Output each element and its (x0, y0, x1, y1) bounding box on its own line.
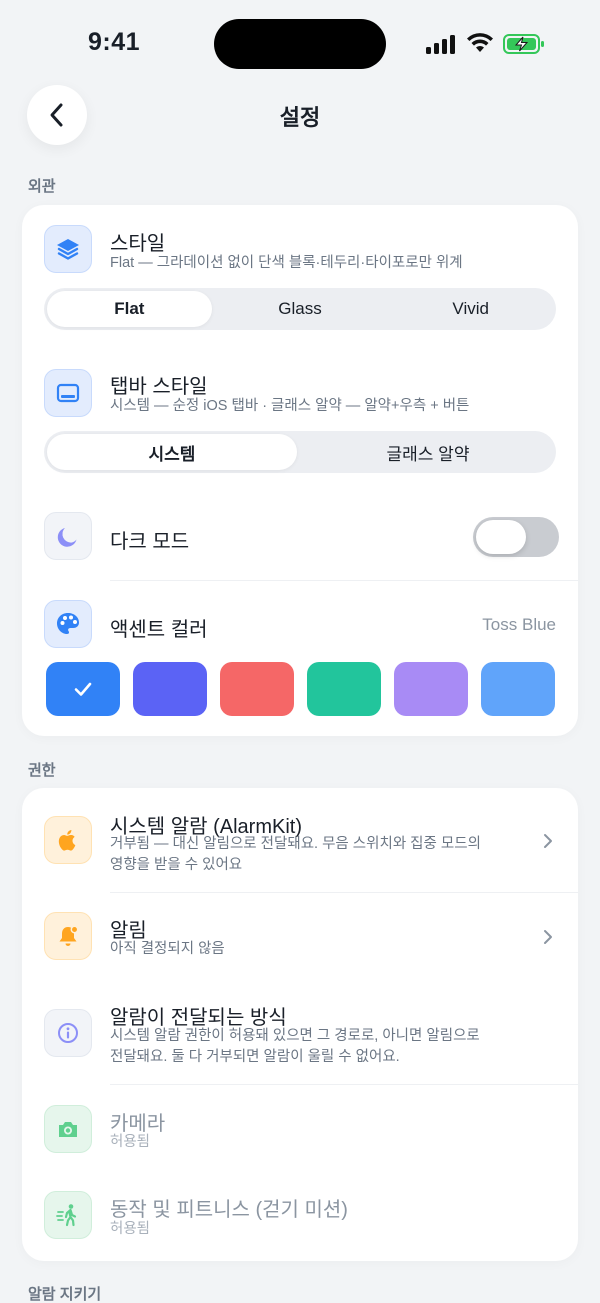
status-time: 9:41 (88, 28, 141, 56)
status-bar: 9:41 (0, 0, 600, 90)
swatch-light-blue[interactable] (481, 662, 555, 716)
style-subtitle: Flat — 그라데이션 없이 단색 블록·테두리·타이포로만 위계 (110, 255, 463, 271)
section-title-alarm-keep: 알람 지키기 (28, 1286, 102, 1303)
apple-icon (44, 816, 92, 864)
wifi-icon (467, 33, 493, 52)
permission-subtitle: 전달돼요. 둘 다 거부되면 알람이 울릴 수 없어요. (110, 1049, 400, 1065)
style-option-flat[interactable]: Flat (47, 291, 212, 327)
palette-icon (44, 600, 92, 648)
accent-color-value: Toss Blue (482, 615, 556, 634)
tabbar-subtitle: 시스템 — 순정 iOS 탭바 · 글래스 알약 — 알약+우측 + 버튼 (110, 398, 470, 414)
swatch-red[interactable] (220, 662, 294, 716)
permission-subtitle: 영향을 받을 수 있어요 (110, 857, 243, 873)
tabbar-segmented-control: 시스템 글래스 알약 (44, 431, 556, 473)
section-title-permissions: 권한 (28, 762, 56, 779)
appearance-card: 스타일 Flat — 그라데이션 없이 단색 블록·테두리·타이포로만 위계 F… (22, 205, 578, 736)
dynamic-island (214, 19, 386, 69)
tabbar-title: 탭바 스타일 (110, 376, 208, 398)
swatch-indigo[interactable] (133, 662, 207, 716)
divider (110, 892, 578, 893)
cellular-signal-icon (426, 34, 458, 54)
divider (110, 580, 578, 581)
permission-subtitle: 아직 결정되지 않음 (110, 941, 225, 957)
toggle-knob (476, 520, 526, 554)
swatch-toss-blue[interactable] (46, 662, 120, 716)
style-option-glass[interactable]: Glass (218, 291, 383, 327)
permission-subtitle: 시스템 알람 권한이 허용돼 있으면 그 경로로, 아니면 알림으로 (110, 1028, 480, 1044)
swatch-green[interactable] (307, 662, 381, 716)
swatch-purple[interactable] (394, 662, 468, 716)
style-segmented-control: Flat Glass Vivid (44, 288, 556, 330)
tabbar-option-system[interactable]: 시스템 (47, 434, 297, 470)
checkmark-icon (74, 682, 92, 696)
permissions-card: 시스템 알람 (AlarmKit) 거부됨 — 대신 알림으로 전달돼요. 무음… (22, 788, 578, 1261)
accent-color-title: 액센트 컬러 (110, 619, 208, 641)
camera-icon (44, 1105, 92, 1153)
tabbar-option-glass-pill[interactable]: 글래스 알약 (303, 434, 553, 470)
permission-title: 동작 및 피트니스 (걷기 미션) (110, 1199, 348, 1221)
dark-mode-toggle[interactable] (473, 517, 559, 557)
dark-mode-title: 다크 모드 (110, 531, 190, 553)
style-title: 스타일 (110, 233, 166, 255)
permission-subtitle: 거부됨 — 대신 알림으로 전달돼요. 무음 스위치와 집중 모드의 (110, 836, 481, 852)
tabbar-icon (44, 369, 92, 417)
divider (110, 1084, 578, 1085)
permission-subtitle: 허용됨 (110, 1134, 151, 1150)
walking-icon (44, 1191, 92, 1239)
battery-charging-icon (503, 34, 544, 54)
section-title-appearance: 외관 (28, 178, 56, 195)
page-title: 설정 (279, 105, 321, 130)
chevron-right-icon (544, 834, 552, 848)
accent-swatches (46, 662, 556, 716)
style-option-vivid[interactable]: Vivid (388, 291, 553, 327)
moon-icon (44, 512, 92, 560)
bell-icon (44, 912, 92, 960)
info-icon (44, 1009, 92, 1057)
permission-subtitle: 허용됨 (110, 1221, 151, 1237)
layers-icon (44, 225, 92, 273)
chevron-right-icon (544, 930, 552, 944)
